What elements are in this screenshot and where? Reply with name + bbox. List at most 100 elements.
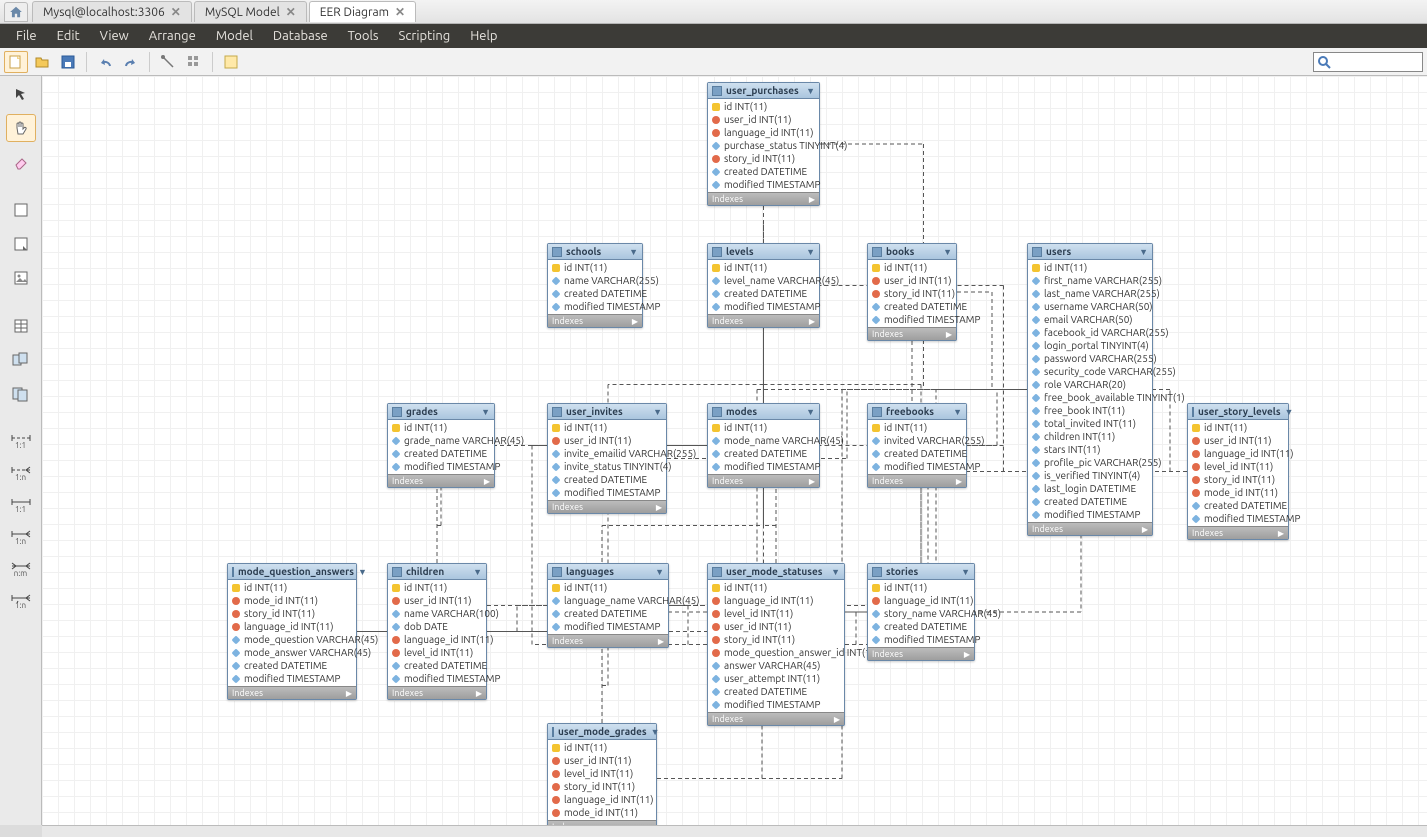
table-tool[interactable]: [6, 312, 36, 340]
indexes-section[interactable]: Indexes▶: [868, 474, 966, 487]
entity-user_invites[interactable]: user_invites▼id INT(11)user_id INT(11)in…: [547, 403, 667, 514]
column-row[interactable]: created DATETIME: [708, 165, 819, 178]
entity-grades[interactable]: grades▼id INT(11)grade_name VARCHAR(45)c…: [387, 403, 495, 488]
column-row[interactable]: mode_question VARCHAR(45): [228, 633, 356, 646]
column-row[interactable]: id INT(11): [548, 421, 666, 434]
rel-1-nc-tool[interactable]: 1:n: [6, 588, 36, 614]
chevron-down-icon[interactable]: ▼: [629, 247, 638, 257]
chevron-down-icon[interactable]: ▼: [806, 86, 815, 96]
entity-user_story_levels[interactable]: user_story_levels▼id INT(11)user_id INT(…: [1187, 403, 1289, 540]
tab-1[interactable]: MySQL Model✕: [194, 1, 307, 22]
entity-books[interactable]: books▼id INT(11)user_id INT(11)story_id …: [867, 243, 957, 341]
column-row[interactable]: id INT(11): [548, 741, 656, 754]
column-row[interactable]: modified TIMESTAMP: [388, 672, 486, 685]
column-row[interactable]: id INT(11): [388, 581, 486, 594]
column-row[interactable]: created DATETIME: [548, 607, 668, 620]
column-row[interactable]: modified TIMESTAMP: [388, 460, 494, 473]
indexes-section[interactable]: Indexes▶: [708, 314, 819, 327]
horizontal-scrollbar[interactable]: [42, 825, 1427, 837]
entity-users[interactable]: users▼id INT(11)first_name VARCHAR(255)l…: [1027, 243, 1153, 536]
column-row[interactable]: mode_answer VARCHAR(45): [228, 646, 356, 659]
column-row[interactable]: language_id INT(11): [1188, 447, 1288, 460]
indexes-section[interactable]: Indexes▶: [1188, 526, 1288, 539]
entity-header[interactable]: languages▼: [548, 564, 668, 580]
column-row[interactable]: mode_name VARCHAR(45): [708, 434, 819, 447]
column-row[interactable]: language_id INT(11): [388, 633, 486, 646]
column-row[interactable]: language_id INT(11): [228, 620, 356, 633]
column-row[interactable]: purchase_status TINYINT(4): [708, 139, 819, 152]
entity-children[interactable]: children▼id INT(11)user_id INT(11)name V…: [387, 563, 487, 700]
column-row[interactable]: modified TIMESTAMP: [708, 460, 819, 473]
column-row[interactable]: created DATETIME: [1028, 495, 1152, 508]
entity-header[interactable]: books▼: [868, 244, 956, 260]
column-row[interactable]: answer VARCHAR(45): [708, 659, 844, 672]
column-row[interactable]: children INT(11): [1028, 430, 1152, 443]
column-row[interactable]: id INT(11): [388, 421, 494, 434]
entity-header[interactable]: stories▼: [868, 564, 974, 580]
close-icon[interactable]: ✕: [171, 5, 181, 19]
chevron-down-icon[interactable]: ▼: [1285, 407, 1294, 417]
chevron-down-icon[interactable]: ▼: [943, 247, 952, 257]
column-row[interactable]: email VARCHAR(50): [1028, 313, 1152, 326]
column-row[interactable]: role VARCHAR(20): [1028, 378, 1152, 391]
entity-freebooks[interactable]: freebooks▼id INT(11)invited VARCHAR(255)…: [867, 403, 967, 488]
close-icon[interactable]: ✕: [286, 5, 296, 19]
eraser-tool[interactable]: [6, 148, 36, 176]
indexes-section[interactable]: Indexes▶: [388, 474, 494, 487]
column-row[interactable]: mode_id INT(11): [548, 806, 656, 819]
rel-1-n-tool[interactable]: 1:n: [6, 460, 36, 486]
column-row[interactable]: invite_emailid VARCHAR(255): [548, 447, 666, 460]
entity-modes[interactable]: modes▼id INT(11)mode_name VARCHAR(45)cre…: [707, 403, 820, 488]
column-row[interactable]: modified TIMESTAMP: [1188, 512, 1288, 525]
column-row[interactable]: created DATETIME: [388, 659, 486, 672]
column-row[interactable]: free_book INT(11): [1028, 404, 1152, 417]
column-row[interactable]: level_id INT(11): [1188, 460, 1288, 473]
rel-n-m-tool[interactable]: n:m: [6, 556, 36, 582]
column-row[interactable]: profile_pic VARCHAR(255): [1028, 456, 1152, 469]
column-row[interactable]: modified TIMESTAMP: [868, 633, 974, 646]
chevron-down-icon[interactable]: ▼: [961, 567, 970, 577]
chevron-down-icon[interactable]: ▼: [651, 727, 660, 737]
chevron-down-icon[interactable]: ▼: [806, 247, 815, 257]
menu-arrange[interactable]: Arrange: [141, 27, 204, 45]
menu-file[interactable]: File: [8, 27, 45, 45]
column-row[interactable]: id INT(11): [1188, 421, 1288, 434]
chevron-down-icon[interactable]: ▼: [473, 567, 482, 577]
entity-mode_question_answers[interactable]: mode_question_answers▼id INT(11)mode_id …: [227, 563, 357, 700]
column-row[interactable]: modified TIMESTAMP: [708, 300, 819, 313]
column-row[interactable]: password VARCHAR(255): [1028, 352, 1152, 365]
column-row[interactable]: created DATETIME: [708, 447, 819, 460]
chevron-down-icon[interactable]: ▼: [831, 567, 840, 577]
column-row[interactable]: id INT(11): [548, 581, 668, 594]
column-row[interactable]: is_verified TINYINT(4): [1028, 469, 1152, 482]
entity-header[interactable]: user_invites▼: [548, 404, 666, 420]
column-row[interactable]: user_id INT(11): [1188, 434, 1288, 447]
entity-languages[interactable]: languages▼id INT(11)language_name VARCHA…: [547, 563, 669, 648]
column-row[interactable]: id INT(11): [708, 581, 844, 594]
column-row[interactable]: created DATETIME: [868, 620, 974, 633]
column-row[interactable]: id INT(11): [708, 261, 819, 274]
column-row[interactable]: id INT(11): [1028, 261, 1152, 274]
column-row[interactable]: level_id INT(11): [708, 607, 844, 620]
undo-button[interactable]: [93, 51, 117, 73]
column-row[interactable]: created DATETIME: [228, 659, 356, 672]
column-row[interactable]: modified TIMESTAMP: [548, 486, 666, 499]
new-file-button[interactable]: [4, 51, 28, 73]
column-row[interactable]: last_login DATETIME: [1028, 482, 1152, 495]
routine-tool[interactable]: [6, 380, 36, 408]
column-row[interactable]: story_id INT(11): [548, 780, 656, 793]
entity-header[interactable]: user_mode_statuses▼: [708, 564, 844, 580]
indexes-section[interactable]: Indexes▶: [548, 314, 642, 327]
column-row[interactable]: username VARCHAR(50): [1028, 300, 1152, 313]
column-row[interactable]: level_id INT(11): [548, 767, 656, 780]
menu-edit[interactable]: Edit: [49, 27, 88, 45]
column-row[interactable]: stars INT(11): [1028, 443, 1152, 456]
view-tool[interactable]: [6, 346, 36, 374]
rel-1-nb-tool[interactable]: 1:n: [6, 524, 36, 550]
column-row[interactable]: modified TIMESTAMP: [708, 698, 844, 711]
notes-button[interactable]: [219, 51, 243, 73]
column-row[interactable]: created DATETIME: [708, 287, 819, 300]
indexes-section[interactable]: Indexes▶: [548, 634, 668, 647]
column-row[interactable]: language_id INT(11): [708, 126, 819, 139]
column-row[interactable]: mode_id INT(11): [228, 594, 356, 607]
